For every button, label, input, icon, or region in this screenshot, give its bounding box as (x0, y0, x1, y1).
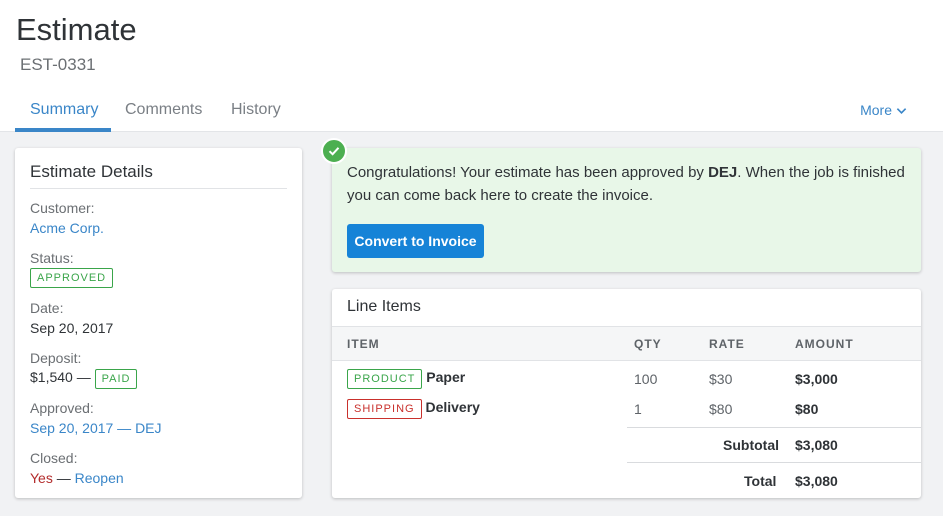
divider (627, 427, 921, 428)
item-qty: 1 (634, 401, 642, 417)
line-items-panel: Line Items ITEM QTY RATE AMOUNT PRODUCT … (332, 289, 921, 498)
closed-label: Closed: (30, 450, 78, 466)
table-header: ITEM QTY RATE AMOUNT (332, 326, 921, 361)
item-rate: $30 (709, 371, 733, 387)
page-title: Estimate (16, 12, 137, 47)
check-icon (321, 138, 347, 164)
table-row: SHIPPING Delivery (347, 399, 480, 419)
deposit-value: $1,540 — PAID (30, 369, 138, 389)
subtotal-label: Subtotal (723, 437, 779, 453)
item-name: Paper (426, 369, 466, 385)
column-qty: QTY (634, 337, 662, 351)
approval-message: Congratulations! Your estimate has been … (347, 161, 907, 207)
item-amount: $80 (795, 401, 819, 417)
status-label: Status: (30, 250, 74, 266)
status-badge: APPROVED (30, 268, 114, 288)
closed-separator: — (56, 470, 71, 486)
estimate-number: EST-0331 (20, 55, 96, 74)
subtotal-value: $3,080 (795, 437, 838, 453)
details-title: Estimate Details (30, 162, 153, 181)
customer-label: Customer: (30, 200, 95, 216)
item-amount: $3,000 (795, 371, 838, 387)
message-text: Congratulations! Your estimate has been … (347, 164, 709, 181)
tab-history[interactable]: History (231, 101, 281, 119)
divider (627, 462, 921, 463)
chevron-down-icon (896, 107, 907, 114)
item-name: Delivery (425, 399, 480, 415)
more-menu-button[interactable]: More (860, 102, 907, 118)
approved-link[interactable]: Sep 20, 2017 — DEJ (30, 420, 162, 436)
product-tag: PRODUCT (347, 369, 423, 389)
page-header: Estimate EST-0331 Summary Comments Histo… (0, 0, 943, 132)
column-rate: RATE (709, 337, 745, 351)
customer-link[interactable]: Acme Corp. (30, 220, 104, 236)
table-row: PRODUCT Paper (347, 369, 465, 389)
shipping-tag: SHIPPING (347, 399, 422, 419)
closed-value: Yes — Reopen (30, 470, 124, 486)
approved-label: Approved: (30, 400, 94, 416)
item-qty: 100 (634, 371, 658, 387)
item-rate: $80 (709, 401, 733, 417)
tab-summary[interactable]: Summary (30, 101, 98, 119)
deposit-amount: $1,540 — (30, 369, 91, 385)
column-item: ITEM (347, 337, 380, 351)
status-value: APPROVED (30, 268, 114, 288)
deposit-label: Deposit: (30, 350, 82, 366)
column-amount: AMOUNT (795, 337, 854, 351)
approval-alert: Congratulations! Your estimate has been … (332, 148, 921, 272)
paid-badge: PAID (94, 369, 138, 389)
date-value: Sep 20, 2017 (30, 320, 114, 336)
line-items-title: Line Items (347, 298, 421, 315)
total-label: Total (744, 473, 777, 489)
convert-to-invoice-button[interactable]: Convert to Invoice (347, 224, 484, 258)
reopen-link[interactable]: Reopen (75, 470, 124, 486)
total-value: $3,080 (795, 473, 838, 489)
date-label: Date: (30, 300, 64, 316)
estimate-details-panel: Estimate Details Customer: Acme Corp. St… (15, 148, 302, 498)
closed-status: Yes (30, 470, 53, 486)
active-tab-indicator (15, 128, 111, 132)
tab-comments[interactable]: Comments (125, 101, 202, 119)
divider (30, 188, 287, 189)
more-label: More (860, 102, 892, 118)
approver-name: DEJ (708, 164, 738, 181)
